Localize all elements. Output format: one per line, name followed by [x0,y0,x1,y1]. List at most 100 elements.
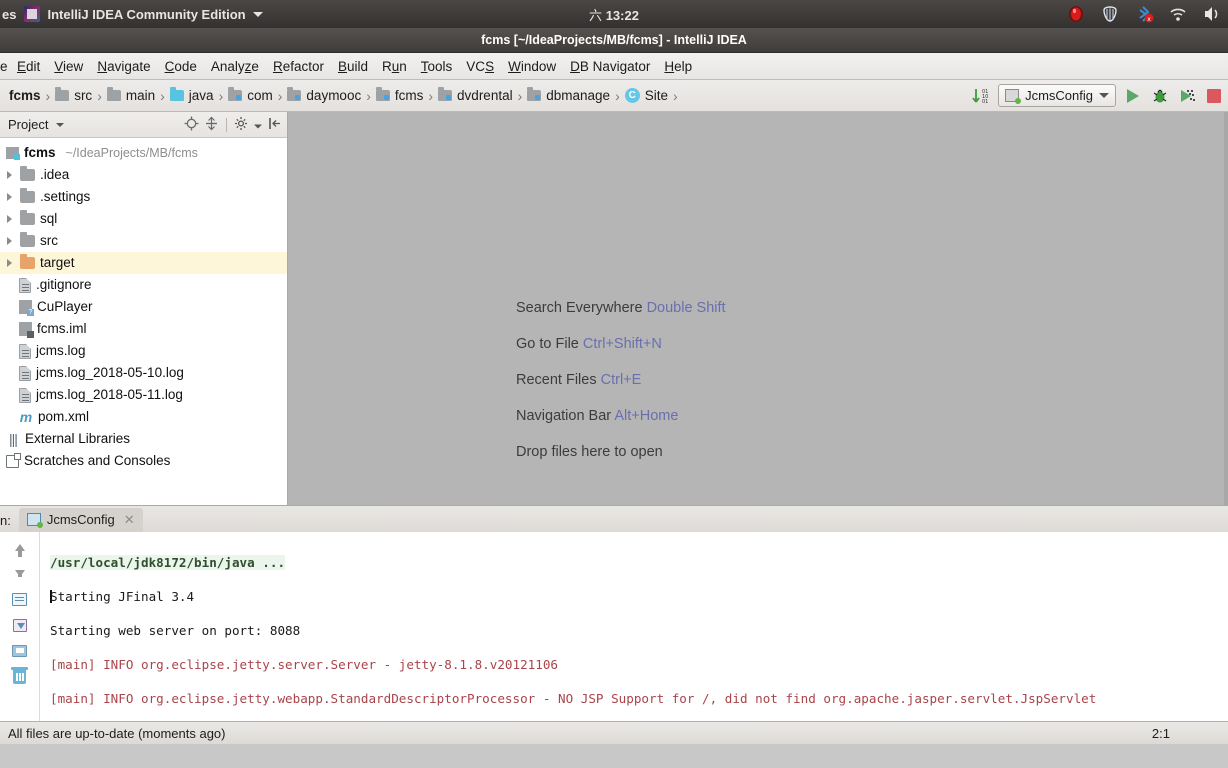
folder-icon [106,87,121,101]
menu-item-vcs[interactable]: VCS [459,56,501,77]
tree-node-jcms-log[interactable]: jcms.log [0,340,287,362]
run-with-coverage-icon[interactable] [1177,85,1197,107]
scroll-down-icon[interactable] [9,562,31,584]
tree-node-gitignore[interactable]: .gitignore [0,274,287,296]
breadcrumb-separator: › [160,87,165,104]
bluetooth-disabled-icon[interactable]: x [1134,4,1154,24]
panel-clock[interactable]: 六 13:22 [544,5,684,24]
menu-item-code[interactable]: Code [158,56,204,77]
menu-item-refactor[interactable]: Refactor [266,56,331,77]
tree-node-fcms-iml[interactable]: fcms.iml [0,318,287,340]
breadcrumb-label: main [125,88,156,103]
editor-scrollbar[interactable] [1224,112,1228,505]
chevron-down-icon[interactable] [252,11,263,17]
app-menu-group[interactable]: IntelliJ IDEA Community Edition [24,6,263,22]
menu-item-edit[interactable]: Edit [10,56,47,77]
tree-node-cuplayer[interactable]: CuPlayer [0,296,287,318]
text-file-icon [19,387,31,403]
run-icon[interactable] [1123,85,1143,107]
tree-node-sql[interactable]: sql [0,208,287,230]
postgresql-icon[interactable] [1100,4,1120,24]
breadcrumb-daymooc[interactable]: daymooc [284,86,364,105]
recording-indicator-icon[interactable] [1066,4,1086,24]
intellij-idea-icon [24,6,41,22]
breadcrumb-dvdrental[interactable]: dvdrental [435,86,516,105]
close-icon[interactable]: ✕ [124,512,135,528]
folder-icon [20,232,35,247]
console-body: /usr/local/jdk8172/bin/java ... Starting… [0,532,1228,721]
folder-icon [20,188,35,203]
volume-icon[interactable] [1202,4,1222,24]
breadcrumb-fcms[interactable]: fcms [6,86,44,105]
stop-icon[interactable] [1204,85,1224,107]
breadcrumb-main[interactable]: main [104,86,158,105]
sort-numeric-icon[interactable]: 01 10 01 [971,85,991,107]
menu-item-window[interactable]: Window [501,56,563,77]
breadcrumb-site-class[interactable]: C Site [622,86,671,105]
tree-node-idea[interactable]: .idea [0,164,287,186]
expand-arrow-icon[interactable] [4,259,15,267]
collapse-all-icon[interactable] [204,116,219,134]
breadcrumb-src[interactable]: src [52,86,95,105]
status-bar: All files are up-to-date (moments ago) 2… [0,721,1228,744]
breadcrumb-separator: › [428,87,434,104]
expand-arrow-icon[interactable] [4,193,15,201]
print-icon[interactable] [9,640,31,662]
scroll-up-icon[interactable] [9,536,31,558]
scratches-icon [6,452,21,468]
tree-node-jcms-log-0510[interactable]: jcms.log_2018-05-10.log [0,362,287,384]
clear-all-icon[interactable] [9,666,31,688]
tree-node-pom-xml[interactable]: m pom.xml [0,406,287,428]
project-panel-title[interactable]: Project [8,117,48,132]
menu-item-clipped[interactable]: e [0,56,10,77]
menu-item-navigate[interactable]: Navigate [90,56,157,77]
run-tab-jcmsconfig[interactable]: JcmsConfig ✕ [18,508,143,532]
menu-item-analyze[interactable]: Analyze [204,56,266,77]
breadcrumb-java[interactable]: java [167,86,217,105]
menu-item-build[interactable]: Build [331,56,375,77]
editor-area[interactable]: Search Everywhere Double Shift Go to Fil… [288,112,1228,505]
chevron-down-icon[interactable] [56,122,65,127]
tree-node-external-libraries[interactable]: ||| External Libraries [0,428,287,450]
menu-item-help[interactable]: Help [657,56,699,77]
console-output[interactable]: /usr/local/jdk8172/bin/java ... Starting… [40,532,1224,721]
menu-item-db-navigator[interactable]: DB Navigator [563,56,657,77]
locate-icon[interactable] [184,116,199,134]
tree-node-src[interactable]: src [0,230,287,252]
tree-node-label: Scratches and Consoles [24,453,171,469]
truncated-menu-label[interactable]: es [2,7,16,22]
hide-panel-icon[interactable] [268,116,283,134]
chevron-down-icon[interactable] [254,124,262,128]
hint-shortcut: Alt+Home [614,408,679,424]
breadcrumb-label: com [247,88,273,103]
hint-shortcut: Ctrl+E [600,372,642,388]
project-tree[interactable]: fcms ~/IdeaProjects/MB/fcms .idea .setti… [0,138,287,505]
menu-item-view[interactable]: View [47,56,90,77]
tree-node-target[interactable]: target [0,252,287,274]
chevron-down-icon[interactable] [1099,93,1109,98]
breadcrumb-separator: › [218,87,224,104]
run-configuration-icon [26,513,43,528]
export-to-file-icon[interactable] [9,614,31,636]
breadcrumb-com[interactable]: com [225,86,276,105]
run-configuration-selector[interactable]: JcmsConfig [998,84,1116,107]
menu-item-tools[interactable]: Tools [414,56,460,77]
breadcrumb-dbmanage[interactable]: dbmanage [524,86,613,105]
expand-arrow-icon[interactable] [4,215,15,223]
tree-node-fcms-root[interactable]: fcms ~/IdeaProjects/MB/fcms [0,142,287,164]
wifi-icon[interactable] [1168,4,1188,24]
expand-arrow-icon[interactable] [4,237,15,245]
package-folder-icon [375,87,390,101]
menu-item-run[interactable]: Run [375,56,414,77]
tree-node-scratches-consoles[interactable]: Scratches and Consoles [0,450,287,472]
expand-arrow-icon[interactable] [4,171,15,179]
settings-gear-icon[interactable] [234,116,263,134]
tree-node-settings[interactable]: .settings [0,186,287,208]
tree-node-jcms-log-0511[interactable]: jcms.log_2018-05-11.log [0,384,287,406]
breadcrumb-separator: › [97,87,102,104]
breadcrumb-fcms-pkg[interactable]: fcms [373,86,427,105]
soft-wrap-icon[interactable] [9,588,31,610]
console-scrollbar[interactable] [1224,532,1228,721]
caret-position-indicator[interactable]: 2:1 [1152,726,1222,741]
debug-icon[interactable] [1150,85,1170,107]
